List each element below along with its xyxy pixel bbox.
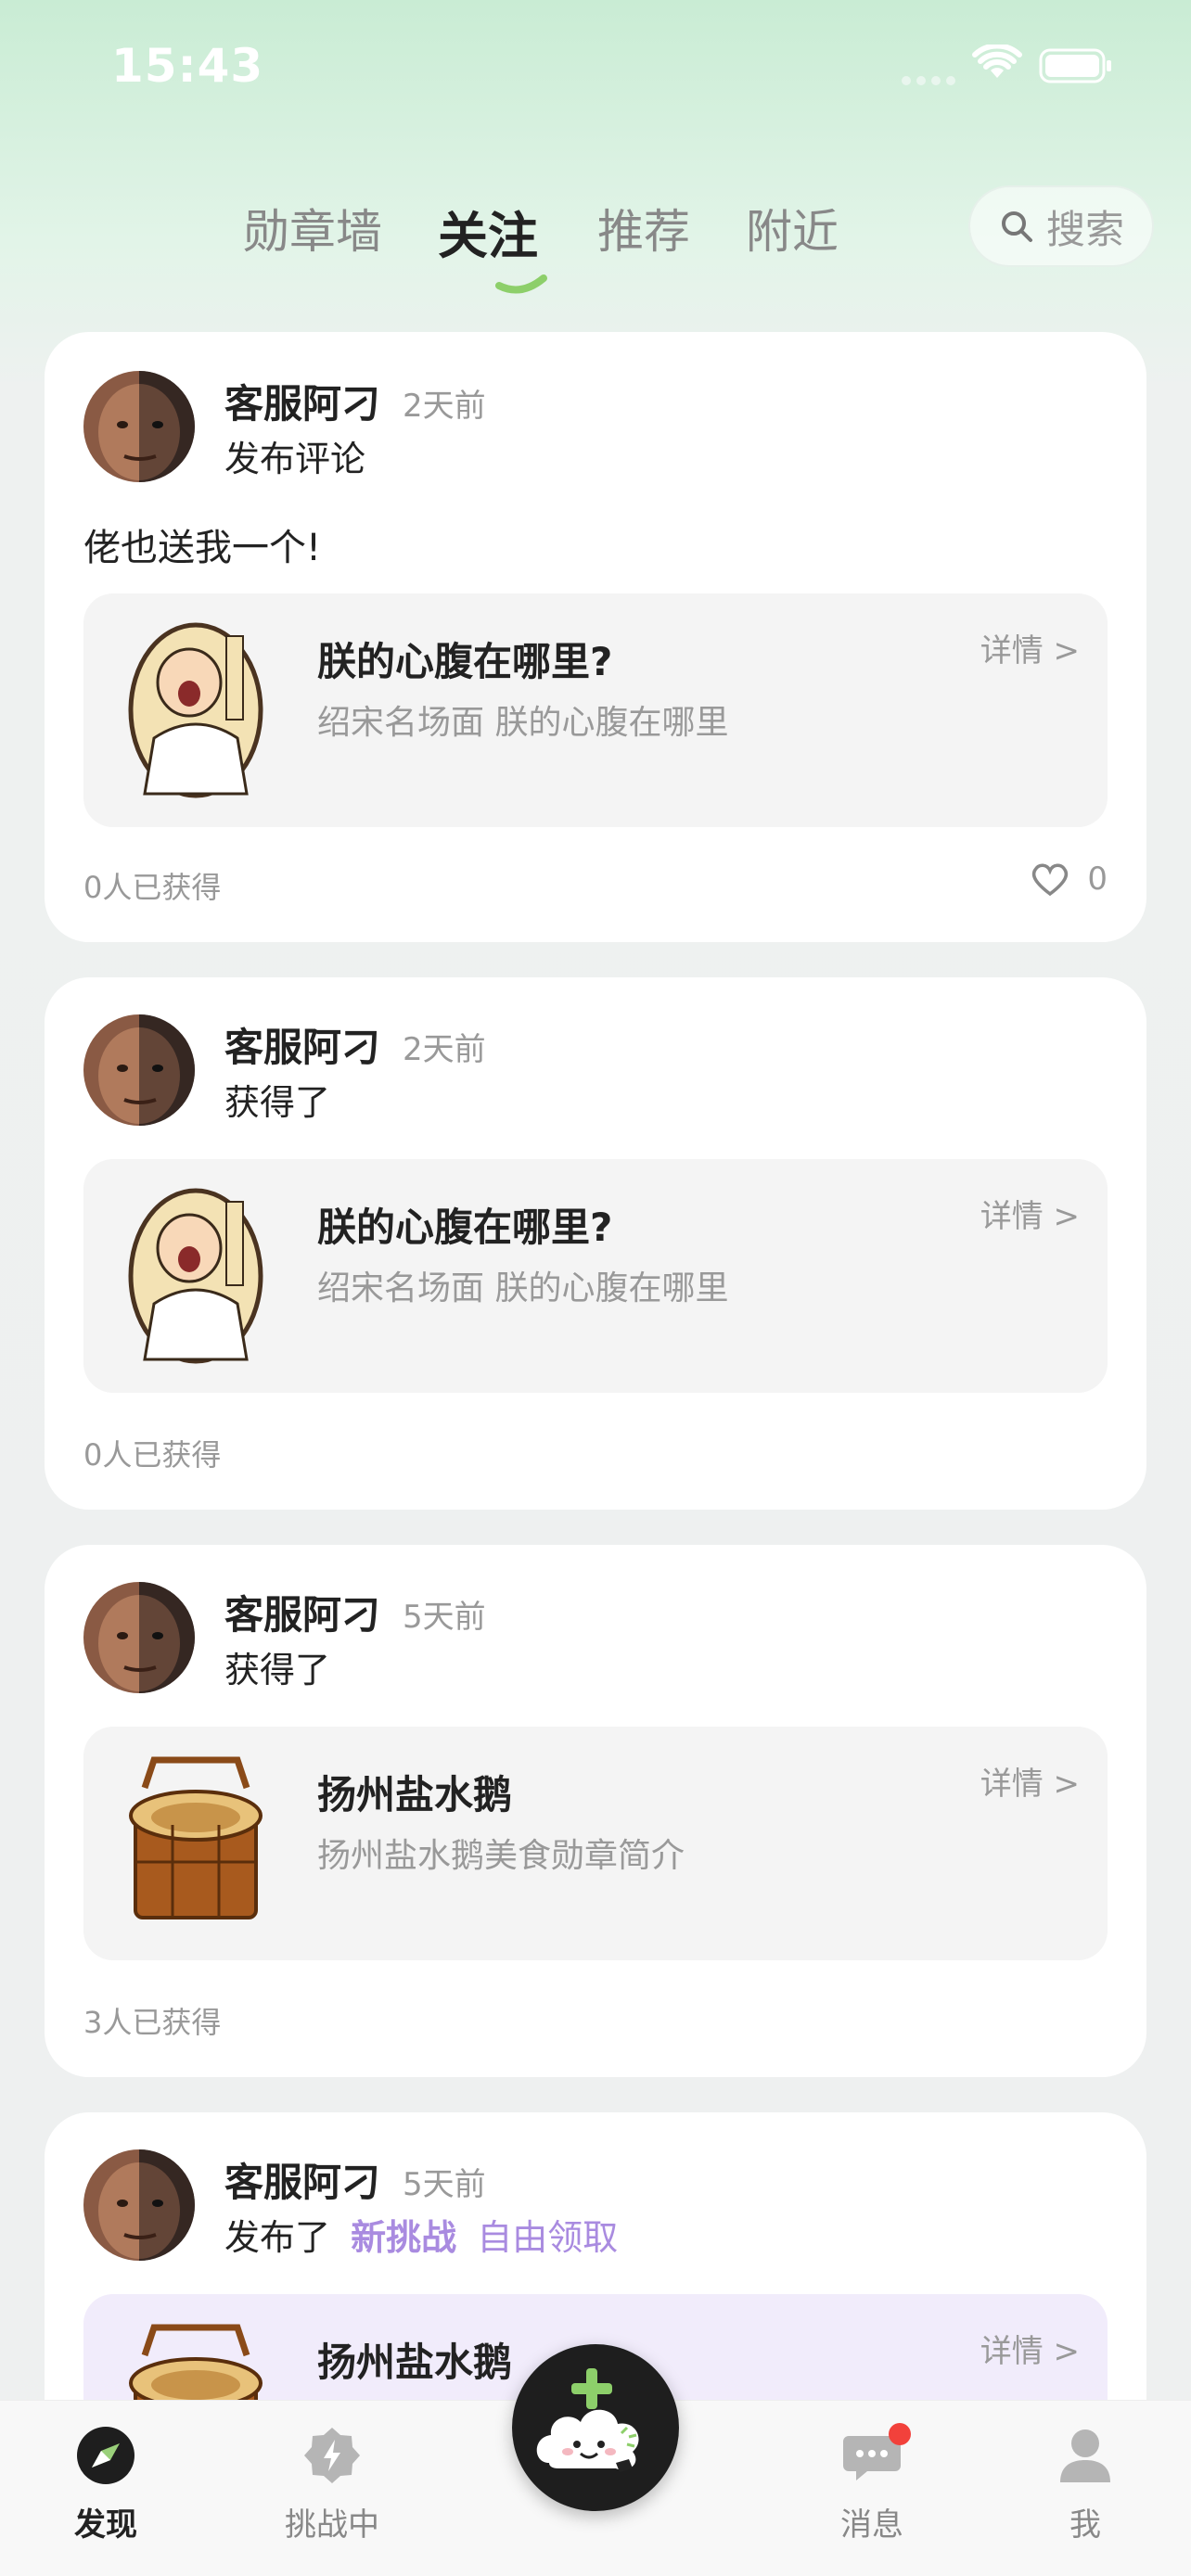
emperor-badge-image xyxy=(128,1188,263,1364)
tab-following[interactable]: 关注 xyxy=(438,195,538,268)
post-action-verb: 发布了 xyxy=(224,2217,331,2258)
nav-challenging[interactable]: 挑战中 xyxy=(258,2425,406,2544)
post-action: 发布评论 xyxy=(224,439,366,479)
post-time: 2天前 xyxy=(403,388,486,425)
nav-label: 挑战中 xyxy=(285,2506,379,2544)
post-action: 发布了 新挑战 自由领取 xyxy=(224,2209,618,2260)
username[interactable]: 客服阿刁 xyxy=(224,2151,380,2208)
emperor-badge-image xyxy=(128,622,263,798)
detail-link[interactable]: 详情 > xyxy=(980,1191,1080,1236)
obtained-count: 0人已获得 xyxy=(83,870,222,905)
badge-description: 绍宋名场面 朕的心腹在哪里 xyxy=(317,1269,729,1307)
detail-link[interactable]: 详情 > xyxy=(980,625,1080,670)
nav-label: 发现 xyxy=(74,2506,137,2544)
badge-description: 绍宋名场面 朕的心腹在哪里 xyxy=(317,704,729,742)
search-label: 搜索 xyxy=(1045,206,1124,252)
obtained-count: 0人已获得 xyxy=(83,1437,222,1473)
compass-icon xyxy=(77,2427,134,2484)
goose-basket-badge-image xyxy=(129,1756,263,1919)
avatar[interactable] xyxy=(83,2149,195,2261)
username[interactable]: 客服阿刁 xyxy=(224,373,380,429)
search-button[interactable]: 搜索 xyxy=(968,185,1154,267)
status-time: 15:43 xyxy=(111,39,264,93)
badge-title: 扬州盐水鹅 xyxy=(317,1772,513,1817)
detail-link[interactable]: 详情 > xyxy=(980,1758,1080,1804)
badge-card[interactable]: 朕的心腹在哪里? 绍宋名场面 朕的心腹在哪里 详情 > xyxy=(83,1159,1108,1393)
tab-nearby[interactable]: 附近 xyxy=(746,195,839,261)
post-time: 5天前 xyxy=(403,2166,486,2203)
obtained-count: 3人已获得 xyxy=(83,2005,222,2040)
post-action: 获得了 xyxy=(224,1650,331,1690)
tab-badge-wall[interactable]: 勋章墙 xyxy=(243,195,382,261)
nav-label: 我 xyxy=(1069,2506,1101,2544)
free-claim-label: 自由领取 xyxy=(477,2217,619,2258)
post-action: 获得了 xyxy=(224,1082,331,1123)
post-time: 5天前 xyxy=(403,1599,486,1636)
active-tab-indicator xyxy=(495,274,547,294)
new-challenge-label: 新挑战 xyxy=(351,2217,457,2258)
post-time: 2天前 xyxy=(403,1031,486,1068)
nav-discover[interactable]: 发现 xyxy=(32,2425,180,2544)
like-button[interactable]: 0 xyxy=(1030,861,1108,898)
avatar[interactable] xyxy=(83,1582,195,1693)
tab-recommend[interactable]: 推荐 xyxy=(597,195,690,261)
badge-title: 朕的心腹在哪里? xyxy=(317,639,613,684)
lightning-badge-icon xyxy=(304,2428,360,2483)
badge-card[interactable]: 扬州盐水鹅 扬州盐水鹅美食勋章简介 详情 > xyxy=(83,1727,1108,1960)
person-icon xyxy=(1060,2429,1110,2482)
username[interactable]: 客服阿刁 xyxy=(224,1584,380,1640)
feed-card[interactable]: 客服阿刁 2天前 发布评论 佬也送我一个! 朕的心腹在哪里? 绍宋名场面 朕的心… xyxy=(45,332,1146,942)
badge-title: 朕的心腹在哪里? xyxy=(317,1205,613,1250)
like-count: 0 xyxy=(1087,861,1108,898)
top-tab-bar: 勋章墙 关注 推荐 附近 搜索 xyxy=(0,185,1191,297)
signal-icon xyxy=(902,76,955,85)
heart-icon xyxy=(1032,863,1069,897)
unread-dot xyxy=(889,2423,911,2445)
avatar[interactable] xyxy=(83,371,195,482)
detail-link[interactable]: 详情 > xyxy=(980,2326,1080,2371)
feed-card[interactable]: 客服阿刁 2天前 获得了 朕的心腹在哪里? 绍宋名场面 朕的心腹在哪里 详情 >… xyxy=(45,977,1146,1510)
nav-messages[interactable]: 消息 xyxy=(798,2425,946,2544)
badge-title: 扬州盐水鹅 xyxy=(317,2340,513,2385)
battery-icon xyxy=(1039,48,1111,83)
nav-label: 消息 xyxy=(840,2506,903,2544)
nav-me[interactable]: 我 xyxy=(1011,2425,1159,2544)
cloud-mascot-plus-icon xyxy=(536,2368,639,2472)
search-icon xyxy=(1001,211,1032,242)
create-post-button[interactable] xyxy=(512,2344,679,2511)
wifi-icon xyxy=(972,45,1022,78)
avatar[interactable] xyxy=(83,1014,195,1126)
status-bar: 15:43 xyxy=(0,0,1191,130)
username[interactable]: 客服阿刁 xyxy=(224,1016,380,1073)
badge-description: 扬州盐水鹅美食勋章简介 xyxy=(317,1837,685,1875)
comment-text: 佬也送我一个! xyxy=(83,527,322,569)
feed-card[interactable]: 客服阿刁 5天前 获得了 扬州盐水鹅 扬州盐水鹅美食勋章简介 详情 > 3人已获… xyxy=(45,1545,1146,2077)
badge-card[interactable]: 朕的心腹在哪里? 绍宋名场面 朕的心腹在哪里 详情 > xyxy=(83,593,1108,827)
